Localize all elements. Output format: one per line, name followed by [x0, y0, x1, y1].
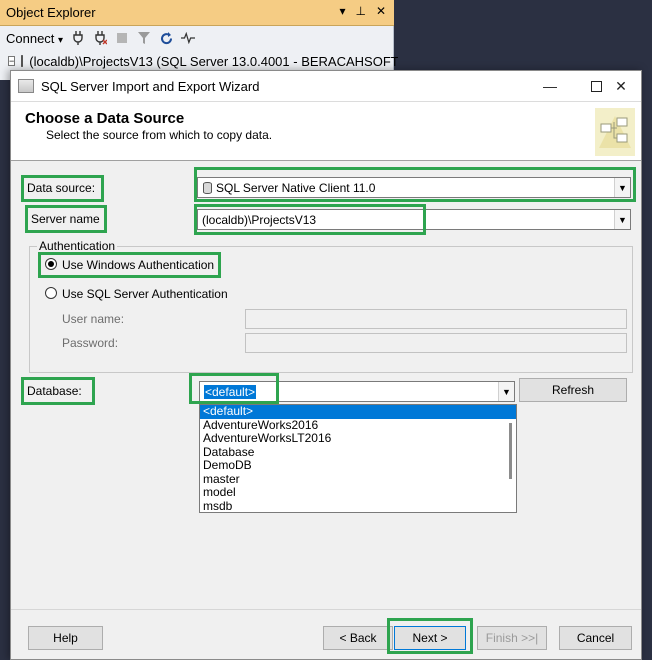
list-item[interactable]: <default>: [200, 405, 516, 419]
windows-auth-radio[interactable]: [45, 258, 57, 270]
authentication-legend: Authentication: [37, 239, 118, 253]
sql-auth-label[interactable]: Use SQL Server Authentication: [62, 287, 228, 301]
tree-node-server[interactable]: − (localdb)\ProjectsV13 (SQL Server 13.0…: [8, 52, 398, 70]
object-explorer-panel: Object Explorer ▾ ⊥ ✕ Connect ▾ − (local…: [0, 0, 398, 80]
close-icon: ✕: [615, 77, 627, 94]
windows-auth-label[interactable]: Use Windows Authentication: [62, 258, 214, 272]
list-item[interactable]: model: [200, 485, 516, 500]
maximize-icon: [590, 80, 602, 92]
finish-button[interactable]: Finish >>|: [477, 626, 547, 650]
highlight-server-name-value: [194, 204, 426, 235]
database-icon: [203, 181, 212, 194]
close-button[interactable]: ✕: [601, 71, 641, 101]
object-explorer-toolbar: Connect ▾: [0, 26, 394, 50]
pin-icon[interactable]: ⊥: [355, 4, 365, 18]
chevron-down-icon[interactable]: ▼: [614, 210, 630, 229]
password-input[interactable]: [245, 333, 627, 353]
database-label: Database:: [27, 384, 82, 398]
connect-plug-icon[interactable]: [71, 31, 85, 45]
data-source-combo[interactable]: SQL Server Native Client 11.0 ▼: [197, 177, 631, 198]
database-dropdown-list[interactable]: <default> AdventureWorks2016 AdventureWo…: [199, 404, 517, 513]
refresh-icon[interactable]: [159, 31, 173, 45]
list-item[interactable]: AdventureWorks2016: [200, 418, 516, 433]
list-item[interactable]: master: [200, 472, 516, 487]
activity-monitor-icon[interactable]: [181, 31, 196, 45]
minimize-button[interactable]: —: [527, 71, 573, 101]
filter-icon[interactable]: [137, 31, 151, 45]
object-explorer-window-controls: ▾ ⊥ ✕: [339, 4, 386, 18]
footer-divider: [11, 609, 641, 610]
data-source-value: SQL Server Native Client 11.0: [216, 180, 376, 195]
back-button[interactable]: < Back: [323, 626, 393, 650]
collapse-icon[interactable]: −: [8, 56, 16, 66]
minimize-icon: —: [543, 78, 557, 94]
close-icon[interactable]: ✕: [376, 4, 386, 18]
password-label: Password:: [62, 336, 119, 350]
user-name-input[interactable]: [245, 309, 627, 329]
server-name-label: Server name: [31, 212, 100, 226]
disconnect-icon[interactable]: [93, 31, 108, 45]
wizard-titlebar: SQL Server Import and Export Wizard — ✕: [11, 71, 641, 101]
list-item[interactable]: AdventureWorksLT2016: [200, 431, 516, 446]
import-export-wizard-window: SQL Server Import and Export Wizard — ✕ …: [10, 70, 642, 660]
wizard-graphic-icon: [595, 108, 635, 156]
cancel-button[interactable]: Cancel: [559, 626, 632, 650]
dropdown-arrow-icon[interactable]: ▾: [339, 4, 345, 18]
list-item[interactable]: msdb: [200, 499, 516, 512]
object-explorer-title: Object Explorer: [6, 5, 96, 20]
chevron-down-icon: ▾: [58, 34, 64, 46]
wizard-title: SQL Server Import and Export Wizard: [41, 79, 260, 94]
connect-button[interactable]: Connect ▾: [6, 31, 63, 46]
list-item[interactable]: DemoDB: [200, 458, 516, 473]
tree-node-label: (localdb)\ProjectsV13 (SQL Server 13.0.4…: [29, 53, 398, 69]
app-icon: [18, 79, 34, 93]
dropdown-scrollbar[interactable]: [509, 423, 512, 479]
chevron-down-icon[interactable]: ▼: [498, 382, 514, 401]
next-button[interactable]: Next >: [394, 626, 466, 650]
page-title: Choose a Data Source: [25, 110, 185, 127]
server-icon: [21, 55, 24, 67]
page-subtitle: Select the source from which to copy dat…: [46, 128, 273, 142]
help-button[interactable]: Help: [28, 626, 103, 650]
stop-icon[interactable]: [115, 31, 129, 45]
wizard-header: Choose a Data Source Select the source f…: [11, 101, 641, 161]
user-name-label: User name:: [62, 312, 125, 326]
refresh-button[interactable]: Refresh: [519, 378, 627, 402]
object-explorer-titlebar: Object Explorer ▾ ⊥ ✕: [0, 0, 394, 26]
connect-label: Connect: [6, 30, 55, 46]
sql-auth-radio[interactable]: [45, 287, 57, 299]
list-item[interactable]: Database: [200, 445, 516, 460]
highlight-database-value: [189, 373, 279, 404]
data-source-label: Data source:: [27, 181, 96, 195]
chevron-down-icon[interactable]: ▼: [614, 178, 630, 197]
